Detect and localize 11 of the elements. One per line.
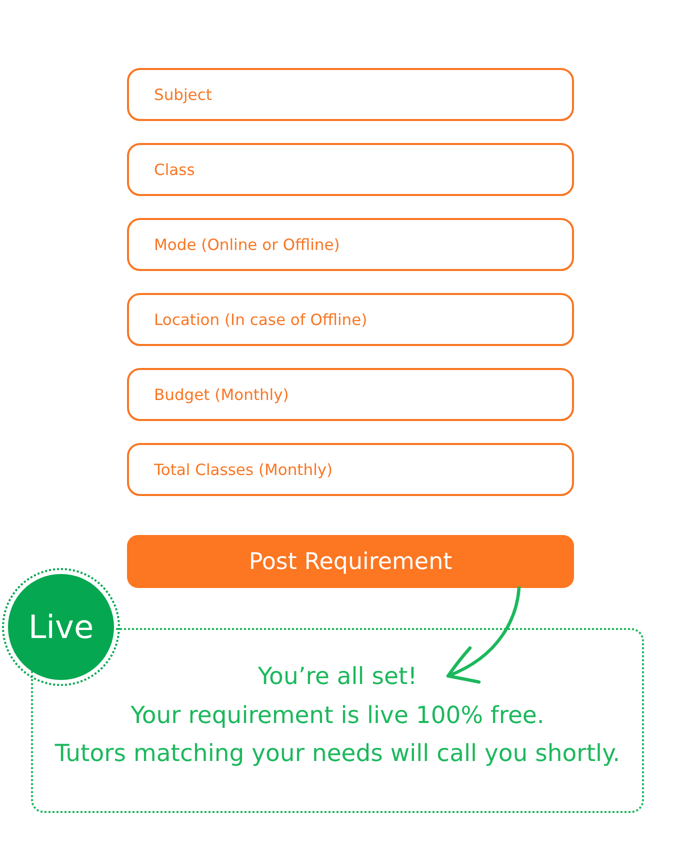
message-line: Your requirement is live 100% free. — [130, 700, 544, 730]
input-field[interactable]: Subject — [127, 68, 574, 121]
message-line: Tutors matching your needs will call you shortly. — [54, 738, 620, 769]
input-field[interactable]: Total Classes (Monthly) — [127, 443, 574, 496]
input-field[interactable]: Class — [127, 143, 574, 196]
input-field[interactable]: Location (In case of Offline) — [127, 293, 574, 346]
post-requirement-button[interactable]: Post Requirement — [127, 535, 574, 588]
input-field[interactable]: Budget (Monthly) — [127, 368, 574, 421]
message-line: You’re all set! — [258, 661, 418, 692]
input-field[interactable]: Mode (Online or Offline) — [127, 218, 574, 271]
live-badge: Live — [2, 568, 120, 686]
